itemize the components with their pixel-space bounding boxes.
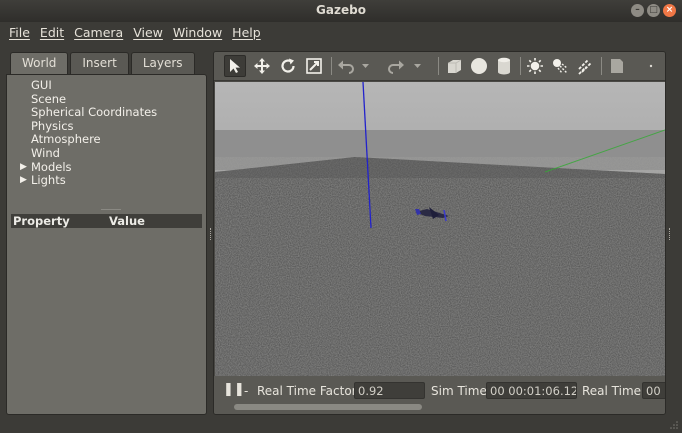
right-splitter-grip[interactable]	[669, 228, 671, 240]
scene-render	[215, 82, 665, 376]
tree-item-wind[interactable]: Wind	[7, 146, 206, 161]
tree-item-spherical-coordinates[interactable]: Spherical Coordinates	[7, 105, 206, 120]
menu-file[interactable]: File	[4, 22, 35, 44]
tab-insert[interactable]: Insert	[70, 52, 129, 74]
minimize-icon[interactable]: –	[631, 4, 644, 17]
spot-light-icon[interactable]	[549, 55, 571, 77]
column-value[interactable]: Value	[109, 214, 145, 228]
menu-edit[interactable]: Edit	[35, 22, 69, 44]
box-icon[interactable]	[443, 55, 465, 77]
step-button[interactable]: -	[244, 384, 248, 398]
redo-history-arrow-icon[interactable]	[411, 55, 423, 77]
toolbar-separator	[601, 57, 602, 75]
toolbar-separator	[520, 57, 521, 75]
column-property[interactable]: Property	[13, 214, 70, 228]
rtf-label: Real Time Factor:	[257, 384, 361, 398]
undo-icon[interactable]	[335, 55, 357, 77]
world-tree: GUI Scene Spherical Coordinates Physics …	[7, 78, 206, 188]
expand-arrow-icon[interactable]: ▶	[20, 161, 27, 175]
tab-world[interactable]: World	[10, 52, 69, 75]
menu-window[interactable]: Window	[168, 22, 227, 44]
resize-grip-icon[interactable]	[669, 420, 679, 430]
real-time-label: Real Time:	[582, 384, 646, 398]
panel-tabs: World Insert Layers	[10, 52, 195, 75]
sim-time-field[interactable]: 00 00:01:06.128	[486, 382, 577, 399]
sim-time-label: Sim Time:	[431, 384, 491, 398]
tree-item-scene[interactable]: Scene	[7, 92, 206, 107]
3d-viewport[interactable]	[215, 82, 665, 376]
menu-view[interactable]: View	[128, 22, 168, 44]
expand-arrow-icon[interactable]: ▶	[20, 174, 27, 188]
menu-help[interactable]: Help	[227, 22, 266, 44]
redo-icon[interactable]	[385, 55, 407, 77]
scene-panel: ❚❚ - Real Time Factor: 0.92 Sim Time: 00…	[213, 51, 666, 415]
rotate-icon[interactable]	[277, 55, 299, 77]
tab-layers[interactable]: Layers	[130, 52, 195, 74]
close-icon[interactable]: ×	[663, 4, 676, 17]
select-arrow-icon[interactable]	[224, 55, 246, 77]
tree-item-lights[interactable]: ▶ Lights	[7, 173, 206, 188]
screenshot-icon[interactable]	[606, 55, 628, 77]
translate-icon[interactable]	[251, 55, 273, 77]
window-title: Gazebo	[316, 3, 366, 17]
directional-light-icon[interactable]	[574, 55, 596, 77]
scene-toolbar	[214, 52, 665, 81]
cylinder-icon[interactable]	[493, 55, 515, 77]
left-splitter-grip[interactable]	[210, 228, 212, 240]
title-bar: Gazebo – □ ×	[0, 0, 682, 22]
toolbar-separator	[331, 57, 332, 75]
tree-item-models[interactable]: ▶ Models	[7, 160, 206, 175]
tree-item-physics[interactable]: Physics	[7, 119, 206, 134]
pause-button[interactable]: ❚❚	[223, 382, 245, 397]
splitter-handle[interactable]	[101, 209, 121, 210]
undo-history-arrow-icon[interactable]	[359, 55, 371, 77]
tree-item-gui[interactable]: GUI	[7, 78, 206, 93]
maximize-icon[interactable]: □	[647, 4, 660, 17]
window-controls: – □ ×	[631, 4, 676, 17]
menu-camera[interactable]: Camera	[69, 22, 128, 44]
point-light-icon[interactable]	[524, 55, 546, 77]
time-panel: ❚❚ - Real Time Factor: 0.92 Sim Time: 00…	[214, 376, 665, 414]
rtf-field[interactable]: 0.92	[354, 382, 425, 399]
property-table-header: Property Value	[11, 214, 202, 228]
time-panel-scrollbar[interactable]	[234, 404, 422, 410]
real-time-field[interactable]: 00 00:01:07.530	[642, 382, 665, 399]
left-panel: World Insert Layers GUI Scene Spherical …	[6, 52, 207, 415]
scale-icon[interactable]	[303, 55, 325, 77]
menu-bar: File Edit Camera View Window Help	[0, 22, 682, 44]
tree-item-atmosphere[interactable]: Atmosphere	[7, 133, 206, 147]
sphere-icon[interactable]	[468, 55, 490, 77]
world-panel: GUI Scene Spherical Coordinates Physics …	[6, 74, 207, 415]
toolbar-overflow-icon[interactable]	[646, 55, 656, 77]
toolbar-separator	[438, 57, 439, 75]
